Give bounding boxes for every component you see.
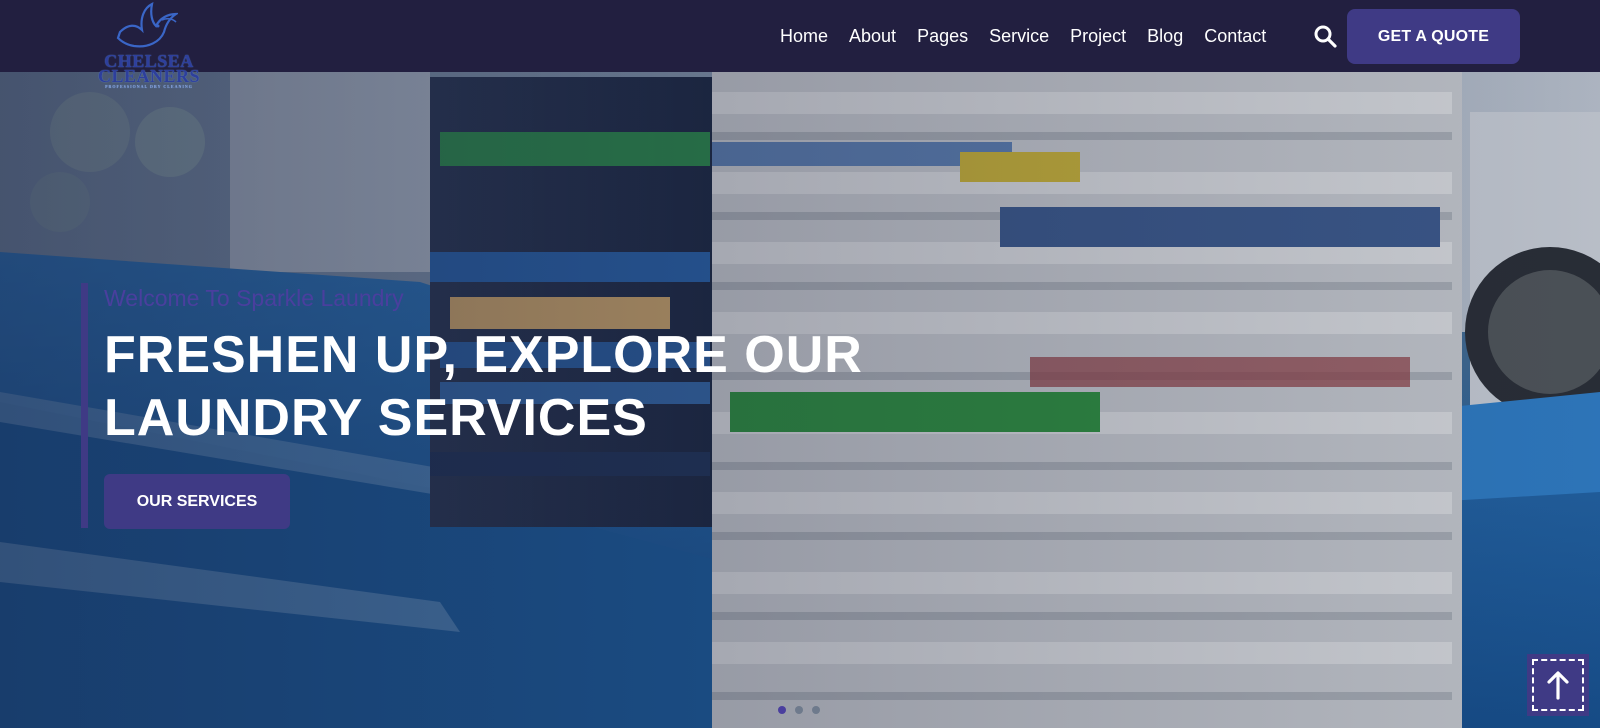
hero-title-line2: LAUNDRY SERVICES (104, 389, 648, 447)
nav-item-contact[interactable]: Contact (1204, 26, 1266, 47)
nav-item-blog[interactable]: Blog (1147, 26, 1183, 47)
site-header: CHELSEA CLEANERS PROFESSIONAL DRY CLEANI… (0, 0, 1600, 89)
our-services-button[interactable]: OUR SERVICES (104, 474, 290, 529)
logo-text-line2: CLEANERS (97, 66, 201, 86)
dove-icon (116, 2, 178, 48)
hero-welcome-text: Welcome To Sparkle Laundry (104, 285, 404, 311)
site-logo[interactable]: CHELSEA CLEANERS PROFESSIONAL DRY CLEANI… (96, 0, 202, 98)
nav-item-project[interactable]: Project (1070, 26, 1126, 47)
arrow-up-icon (1547, 671, 1569, 700)
hero-title: FRESHEN UP, EXPLORE OUR LAUNDRY SERVICES (104, 324, 904, 450)
slider-dot-2[interactable] (795, 706, 803, 714)
nav-item-pages[interactable]: Pages (917, 26, 968, 47)
get-a-quote-button[interactable]: GET A QUOTE (1347, 9, 1520, 64)
slider-dots (778, 706, 829, 714)
nav-item-about[interactable]: About (849, 26, 896, 47)
search-icon[interactable] (1313, 24, 1337, 48)
scroll-to-top-button[interactable] (1527, 654, 1589, 716)
main-nav: Home About Pages Service Project Blog Co… (780, 0, 1287, 72)
logo-tagline: PROFESSIONAL DRY CLEANING (105, 84, 193, 89)
nav-item-service[interactable]: Service (989, 26, 1049, 47)
nav-item-home[interactable]: Home (780, 26, 828, 47)
hero-accent-bar (81, 283, 88, 528)
hero-title-line1: FRESHEN UP, EXPLORE OUR (104, 326, 863, 384)
slider-dot-1[interactable] (778, 706, 786, 714)
slider-dot-3[interactable] (812, 706, 820, 714)
